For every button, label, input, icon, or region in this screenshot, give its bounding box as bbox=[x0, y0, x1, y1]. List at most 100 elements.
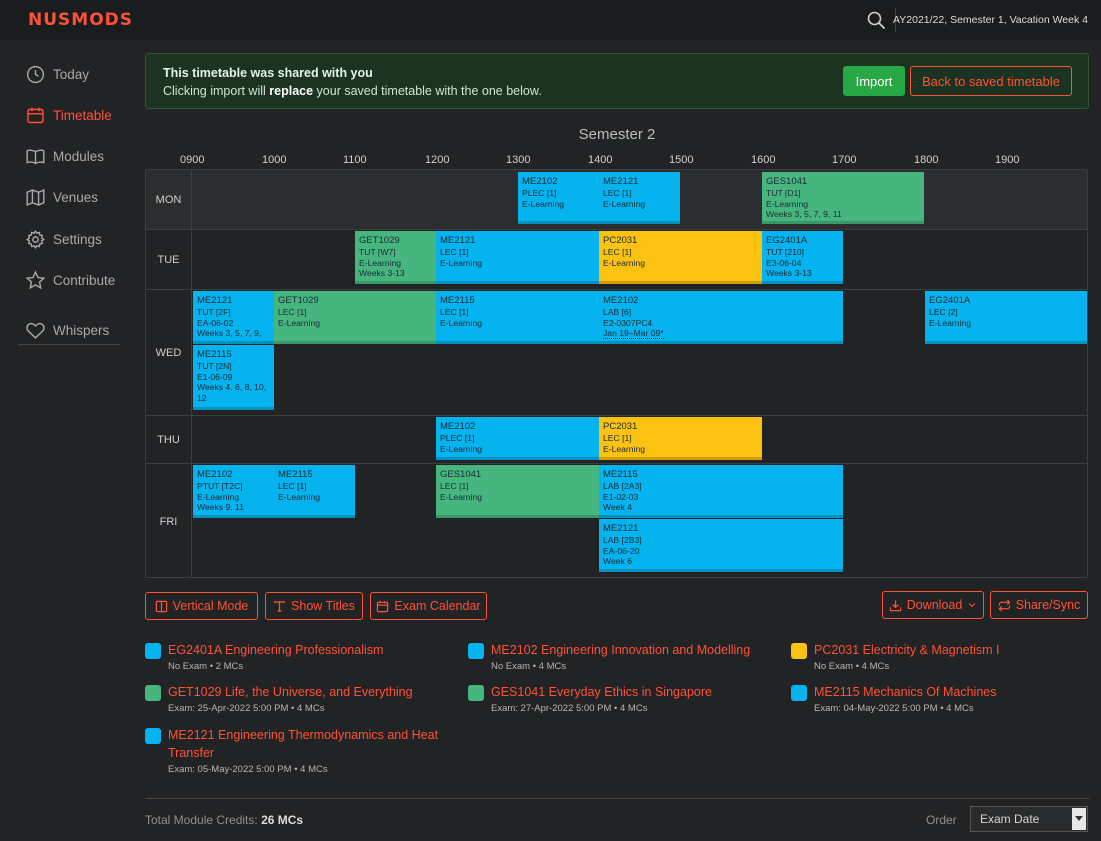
lesson-cell[interactable]: ME2115 LEC [1] E-Learning bbox=[274, 465, 355, 518]
module-item: ME2115 Mechanics Of Machines Exam: 04-Ma… bbox=[791, 683, 1091, 723]
module-info: Exam: 25-Apr-2022 5:00 PM • 4 MCs bbox=[168, 703, 325, 714]
footer-divider bbox=[145, 798, 1089, 799]
lesson-cell[interactable]: EG2401A LEC [2] E-Learning bbox=[925, 291, 1087, 344]
day-label: THU bbox=[146, 416, 192, 463]
lesson-cell[interactable]: ME2121 TUT [2F] EA-06-02 Weeks 3, 5, 7, 9, … bbox=[193, 291, 274, 344]
day-label: MON bbox=[146, 170, 192, 229]
module-title-link[interactable]: EG2401A Engineering Professionalism bbox=[168, 641, 383, 659]
star-icon bbox=[25, 270, 46, 289]
download-button[interactable]: Download bbox=[882, 591, 984, 619]
module-item: ME2121 Engineering Thermodynamics and He… bbox=[145, 726, 455, 782]
vertical-mode-button[interactable]: Vertical Mode bbox=[145, 592, 258, 620]
sidebar-item-label: Contribute bbox=[53, 272, 116, 288]
lesson-cell[interactable]: ME2102 LAB [6] E2-0307PC4 Jan 19–Mar 09* bbox=[599, 291, 843, 344]
semester-info: AY2021/22, Semester 1, Vacation Week 4 bbox=[893, 14, 1088, 26]
lesson-cell[interactable]: ME2115 TUT [2N] E1-06-09 Weeks 4, 6, 8, 10,… bbox=[193, 345, 274, 410]
lesson-cell[interactable]: ME2121 LAB [2B3] EA-06-20 Week 6 bbox=[599, 519, 843, 572]
lesson-cell[interactable]: GET1029 LEC [1] E-Learning bbox=[274, 291, 436, 344]
calendar-icon bbox=[27, 107, 44, 123]
module-title-link[interactable]: ME2102 Engineering Innovation and Modell… bbox=[491, 641, 750, 659]
day-row-fri: FRI ME2102 PTUT [T2C] E-Learning Weeks 9, 1… bbox=[146, 463, 1087, 577]
hour-label: 1200 bbox=[425, 154, 450, 166]
hour-label: 1300 bbox=[506, 154, 531, 166]
module-info: Exam: 27-Apr-2022 5:00 PM • 4 MCs bbox=[491, 703, 648, 714]
shared-timetable-banner: This timetable was shared with you Click… bbox=[145, 53, 1089, 109]
sidebar-item-timetable[interactable]: Timetable bbox=[25, 101, 112, 129]
lesson-cell[interactable]: GES1041 TUT [D1] E-Learning Weeks 3, 5, 7, … bbox=[762, 172, 924, 224]
order-select[interactable]: Exam Date bbox=[970, 806, 1088, 832]
module-title-link[interactable]: GET1029 Life, the Universe, and Everythi… bbox=[168, 683, 413, 701]
module-info: No Exam • 4 MCs bbox=[491, 661, 567, 672]
module-info: No Exam • 4 MCs bbox=[814, 661, 890, 672]
exam-calendar-button[interactable]: Exam Calendar bbox=[370, 592, 487, 620]
lesson-cell[interactable]: ME2102 PLEC [1] E-Learning bbox=[518, 172, 599, 224]
lesson-cell[interactable]: ME2115 LAB [2A3] E1-02-03 Week 4 bbox=[599, 465, 843, 518]
lesson-cell[interactable]: GES1041 LEC [1] E-Learning bbox=[436, 465, 599, 518]
hour-label: 1000 bbox=[262, 154, 287, 166]
lesson-cell[interactable]: EG2401A TUT [210] E3-06-04 Weeks 3-13 bbox=[762, 231, 843, 284]
banner-title: This timetable was shared with you bbox=[163, 66, 373, 80]
module-item: ME2102 Engineering Innovation and Modell… bbox=[468, 641, 778, 681]
total-credits: Total Module Credits: 26 MCs bbox=[145, 813, 304, 827]
day-label: TUE bbox=[146, 230, 192, 289]
hour-label: 1800 bbox=[914, 154, 939, 166]
hour-label: 1500 bbox=[669, 154, 694, 166]
lesson-cell[interactable]: GET1029 TUT [W7] E-Learning Weeks 3-13 bbox=[355, 231, 436, 284]
back-to-saved-timetable-button[interactable]: Back to saved timetable bbox=[910, 66, 1072, 96]
module-color-swatch[interactable] bbox=[791, 685, 807, 701]
hour-label: 1900 bbox=[995, 154, 1020, 166]
sidebar-item-contribute[interactable]: Contribute bbox=[25, 266, 115, 294]
lesson-cell[interactable]: ME2102 PLEC [1] E-Learning bbox=[436, 417, 599, 460]
module-item: PC2031 Electricity & Magnetism I No Exam… bbox=[791, 641, 1091, 681]
book-icon bbox=[26, 149, 45, 164]
top-bar: NUSMODS AY2021/22, Semester 1, Vacation … bbox=[0, 0, 1101, 40]
lesson-cell[interactable]: ME2121 LEC [1] E-Learning bbox=[436, 231, 599, 284]
module-color-swatch[interactable] bbox=[468, 643, 484, 659]
sidebar-item-today[interactable]: Today bbox=[25, 60, 89, 88]
share-sync-button[interactable]: Share/Sync bbox=[990, 591, 1088, 619]
search-icon[interactable] bbox=[866, 10, 886, 30]
sidebar-item-label: Modules bbox=[53, 148, 105, 164]
hour-label: 1100 bbox=[343, 154, 367, 166]
module-title-link[interactable]: ME2115 Mechanics Of Machines bbox=[814, 683, 997, 701]
module-info: No Exam • 2 MCs bbox=[168, 661, 244, 672]
hour-label: 1400 bbox=[588, 154, 613, 166]
lesson-cell[interactable]: PC2031 LEC [1] E-Learning bbox=[599, 231, 762, 284]
module-info: Exam: 04-May-2022 5:00 PM • 4 MCs bbox=[814, 703, 974, 714]
module-color-swatch[interactable] bbox=[791, 643, 807, 659]
lesson-cell[interactable]: ME2121 LEC [1] E-Learning bbox=[599, 172, 680, 224]
day-label: WED bbox=[146, 290, 192, 415]
sidebar-item-whispers[interactable]: Whispers bbox=[25, 316, 109, 344]
module-title-link[interactable]: ME2121 Engineering Thermodynamics and He… bbox=[168, 726, 438, 762]
sidebar-divider bbox=[18, 344, 120, 345]
sidebar-item-label: Whispers bbox=[53, 322, 110, 338]
module-title-link[interactable]: PC2031 Electricity & Magnetism I bbox=[814, 641, 1000, 659]
module-color-swatch[interactable] bbox=[145, 728, 161, 744]
timetable-grid: MON ME2102 PLEC [1] E-Learning ME2121 LEC [… bbox=[145, 169, 1088, 578]
sidebar-item-modules[interactable]: Modules bbox=[25, 142, 104, 170]
map-icon bbox=[26, 188, 45, 206]
banner-description: Clicking import will replace your saved … bbox=[163, 84, 542, 98]
day-row-wed: WED ME2121 TUT [2F] EA-06-02 Weeks 3, 5, 7,… bbox=[146, 289, 1087, 415]
lesson-cell[interactable]: ME2102 PTUT [T2C] E-Learning Weeks 9, 11 bbox=[193, 465, 274, 518]
module-item: EG2401A Engineering Professionalism No E… bbox=[145, 641, 455, 681]
import-button[interactable]: Import bbox=[843, 66, 905, 96]
heart-icon bbox=[26, 322, 45, 339]
download-icon bbox=[889, 599, 901, 611]
module-color-swatch[interactable] bbox=[145, 685, 161, 701]
sidebar-item-settings[interactable]: Settings bbox=[25, 225, 102, 253]
day-row-mon: MON ME2102 PLEC [1] E-Learning ME2121 LEC [… bbox=[146, 170, 1087, 229]
module-item: GES1041 Everyday Ethics in Singapore Exa… bbox=[468, 683, 778, 723]
sidebar-item-label: Today bbox=[53, 66, 90, 82]
brand-logo[interactable]: NUSMODS bbox=[28, 10, 133, 30]
module-title-link[interactable]: GES1041 Everyday Ethics in Singapore bbox=[491, 683, 712, 701]
hour-label: 1700 bbox=[832, 154, 857, 166]
show-titles-button[interactable]: Show Titles bbox=[265, 592, 363, 620]
module-color-swatch[interactable] bbox=[468, 685, 484, 701]
lesson-cell[interactable]: PC2031 LEC [1] E-Learning bbox=[599, 417, 762, 460]
module-item: GET1029 Life, the Universe, and Everythi… bbox=[145, 683, 455, 723]
sidebar-item-venues[interactable]: Venues bbox=[25, 183, 98, 211]
module-color-swatch[interactable] bbox=[145, 643, 161, 659]
order-label: Order bbox=[926, 813, 957, 827]
lesson-cell[interactable]: ME2115 LEC [1] E-Learning bbox=[436, 291, 599, 344]
